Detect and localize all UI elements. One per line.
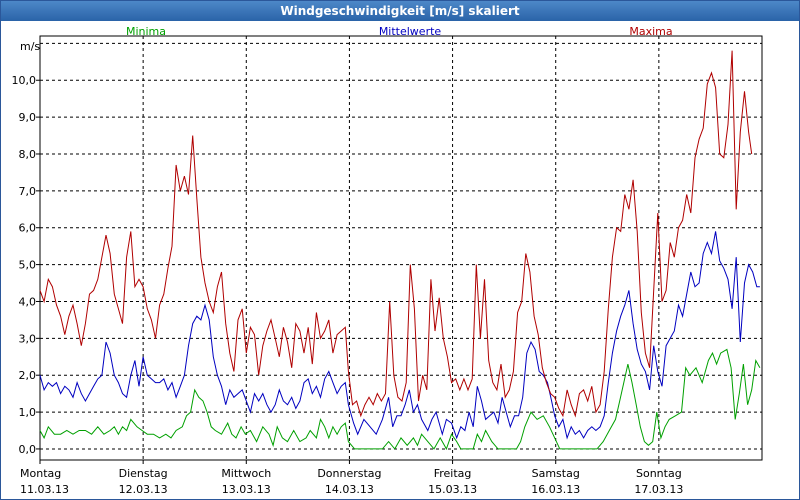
x-tick-label-day: Sonntag xyxy=(636,467,682,480)
x-tick-label-date: 16.03.13 xyxy=(531,483,580,496)
x-tick-label-date: 15.03.13 xyxy=(428,483,477,496)
x-tick-label-date: 11.03.13 xyxy=(20,483,69,496)
x-tick-label-date: 14.03.13 xyxy=(325,483,374,496)
y-tick-label: 2,0 xyxy=(19,369,37,382)
plot-area xyxy=(39,35,763,461)
y-tick-label: 7,0 xyxy=(19,185,37,198)
y-tick-label: 5,0 xyxy=(19,259,37,272)
x-tick-label-day: Samstag xyxy=(532,467,580,480)
legend-entry-minima: Minima xyxy=(126,25,166,38)
y-tick-label: 10,0 xyxy=(12,74,37,87)
y-tick-label: 9,0 xyxy=(19,111,37,124)
y-tick-label: 8,0 xyxy=(19,148,37,161)
y-tick-label: 0,0 xyxy=(19,443,37,456)
x-tick-label-day: Donnerstag xyxy=(317,467,381,480)
x-tick-label-day: Montag xyxy=(20,467,61,480)
x-axis: Montag 11.03.13 Dienstag 12.03.13 Mittwoch 13… xyxy=(20,460,683,496)
legend-entry-maxima: Maxima xyxy=(629,25,672,38)
x-tick-label-day: Dienstag xyxy=(119,467,168,480)
chart: m/s 0,0 1,0 2,0 3,0 4,0 5,0 6,0 7,0 8,0 9,0 10,0 M… xyxy=(12,25,763,496)
x-tick-label-day: Freitag xyxy=(434,467,472,480)
x-tick-label-date: 17.03.13 xyxy=(634,483,683,496)
x-tick-label-day: Mittwoch xyxy=(221,467,271,480)
y-tick-label: 3,0 xyxy=(19,332,37,345)
y-tick-label: 6,0 xyxy=(19,222,37,235)
y-axis: m/s 0,0 1,0 2,0 3,0 4,0 5,0 6,0 7,0 8,0 9,0 10,0 xyxy=(12,40,41,456)
y-tick-label: 4,0 xyxy=(19,295,37,308)
x-tick-label-date: 12.03.13 xyxy=(119,483,168,496)
y-axis-label: m/s xyxy=(20,40,40,53)
x-tick-label-date: 13.03.13 xyxy=(222,483,271,496)
y-tick-label: 1,0 xyxy=(19,406,37,419)
legend-entry-mittelwerte: Mittelwerte xyxy=(379,25,442,38)
